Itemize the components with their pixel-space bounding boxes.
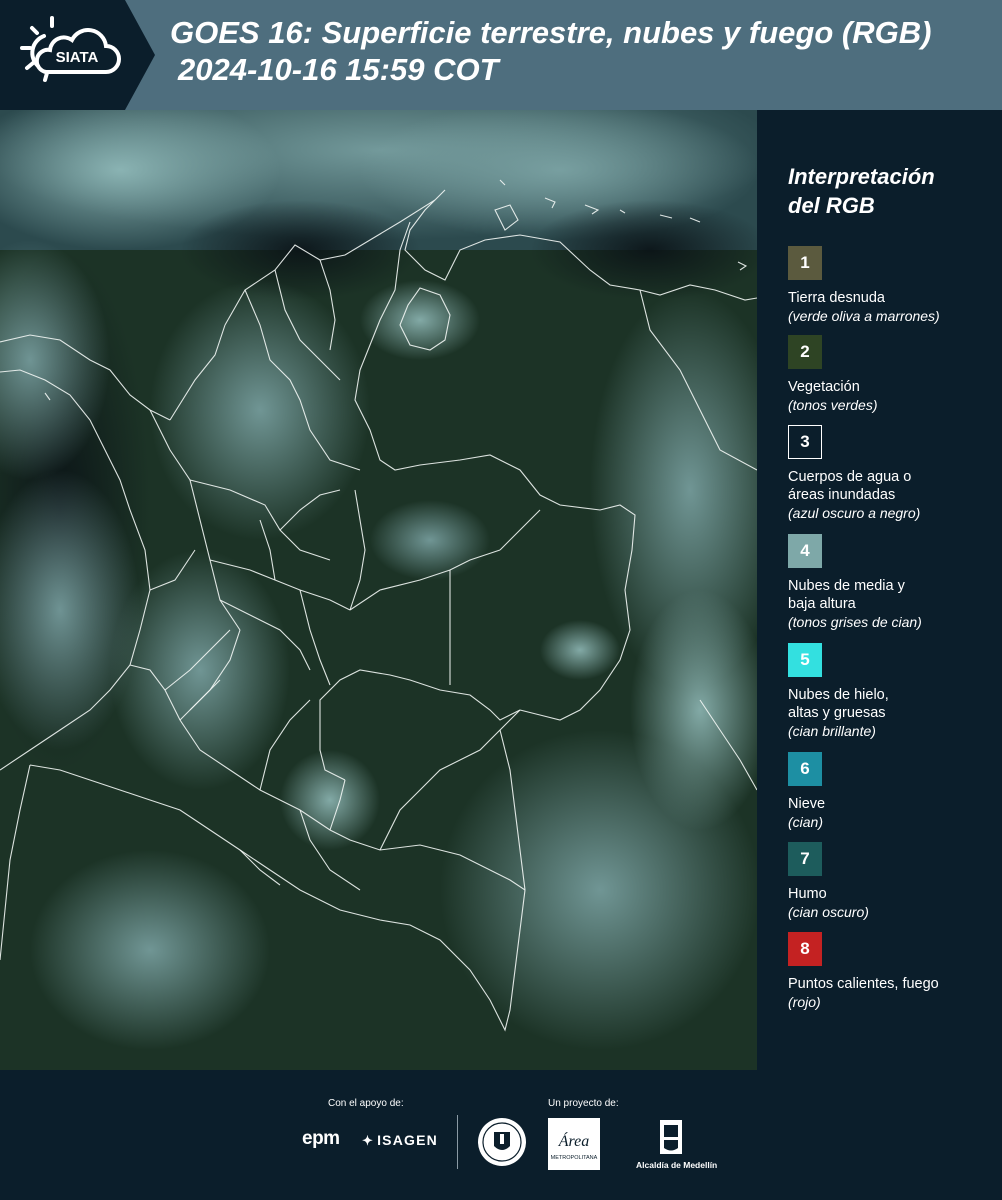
title-line1: GOES 16: Superficie terrestre, nubes y f…: [170, 15, 932, 50]
legend-swatch-6: 6: [788, 752, 822, 786]
legend-label-4-line2: baja altura: [788, 596, 856, 612]
legend-sub-4: (tonos grises de cian): [788, 614, 922, 630]
legend-label-1: Tierra desnuda: [788, 290, 885, 306]
university-seal-icon: [476, 1116, 528, 1168]
legend-label-3-line2: áreas inundadas: [788, 487, 896, 503]
header-bar: SIATA GOES 16: Superficie terrestre, nub…: [0, 0, 1002, 110]
rgb-legend: Interpretación del RGB 1 Tierra desnuda …: [760, 110, 1002, 1070]
legend-sub-1: (verde oliva a marrones): [788, 308, 940, 324]
legend-label-5: Nubes de hielo, altas y gruesas: [788, 686, 998, 722]
isagen-logo: ✦ ISAGEN: [362, 1132, 438, 1149]
legend-swatch-4: 4: [788, 534, 822, 568]
legend-item-4: 4 Nubes de media y baja altura (tonos gr…: [788, 534, 998, 631]
legend-item-6: 6 Nieve (cian): [788, 752, 998, 831]
legend-title-line2: del RGB: [788, 193, 875, 218]
legend-label-4: Nubes de media y baja altura: [788, 577, 998, 613]
legend-sub-6: (cian): [788, 814, 824, 830]
area-metropolitana-logo: Área METROPOLITANA: [548, 1118, 600, 1170]
title-line2: 2024-10-16 15:59 COT: [178, 52, 499, 87]
siata-logo-text: SIATA: [56, 49, 99, 66]
legend-item-7: 7 Humo (cian oscuro): [788, 842, 998, 921]
alcaldia-name: Alcaldía de Medellín: [636, 1160, 718, 1170]
area-logo-subtext: METROPOLITANA: [551, 1155, 598, 1161]
epm-logo: epm: [302, 1128, 340, 1149]
isagen-icon: ✦: [362, 1133, 375, 1148]
legend-title: Interpretación del RGB: [788, 162, 988, 220]
legend-label-7: Humo: [788, 886, 827, 902]
legend-label-4-line1: Nubes de media y: [788, 578, 905, 594]
legend-item-8: 8 Puntos calientes, fuego (rojo): [788, 932, 998, 1011]
legend-swatch-1: 1: [788, 246, 822, 280]
legend-item-3: 3 Cuerpos de agua o áreas inundadas (azu…: [788, 425, 998, 522]
legend-swatch-7: 7: [788, 842, 822, 876]
project-label: Un proyecto de:: [548, 1098, 619, 1109]
legend-swatch-3: 3: [788, 425, 822, 459]
legend-sub-7: (cian oscuro): [788, 904, 869, 920]
area-logo-text: Área: [558, 1131, 590, 1150]
page-title: GOES 16: Superficie terrestre, nubes y f…: [170, 14, 1000, 88]
legend-label-3: Cuerpos de agua o áreas inundadas: [788, 468, 998, 504]
support-label: Con el apoyo de:: [328, 1098, 404, 1109]
legend-label-5-line1: Nubes de hielo,: [788, 687, 889, 703]
legend-item-5: 5 Nubes de hielo, altas y gruesas (cian …: [788, 643, 998, 740]
legend-sub-8: (rojo): [788, 994, 821, 1010]
legend-swatch-5: 5: [788, 643, 822, 677]
legend-item-1: 1 Tierra desnuda (verde oliva a marrones…: [788, 246, 998, 325]
legend-sub-5: (cian brillante): [788, 723, 876, 739]
legend-label-5-line2: altas y gruesas: [788, 705, 886, 721]
legend-title-line1: Interpretación: [788, 164, 935, 189]
legend-label-8: Puntos calientes, fuego: [788, 976, 939, 992]
legend-sub-3: (azul oscuro a negro): [788, 505, 921, 521]
legend-swatch-8: 8: [788, 932, 822, 966]
legend-label-6: Nieve: [788, 796, 826, 812]
legend-sub-2: (tonos verdes): [788, 397, 878, 413]
footer: Con el apoyo de: Un proyecto de: epm ✦ IS…: [0, 1070, 1002, 1200]
footer-divider: [457, 1115, 458, 1169]
siata-logo: SIATA: [0, 0, 155, 110]
legend-label-3-line1: Cuerpos de agua o: [788, 469, 912, 485]
legend-swatch-2: 2: [788, 335, 822, 369]
isagen-text: ISAGEN: [377, 1132, 438, 1148]
legend-item-2: 2 Vegetación (tonos verdes): [788, 335, 998, 414]
satellite-map: [0, 110, 757, 1070]
alcaldia-logo: Alcaldía de Medellín: [636, 1118, 718, 1174]
satellite-map-image: [0, 110, 757, 1070]
legend-label-2: Vegetación: [788, 379, 860, 395]
